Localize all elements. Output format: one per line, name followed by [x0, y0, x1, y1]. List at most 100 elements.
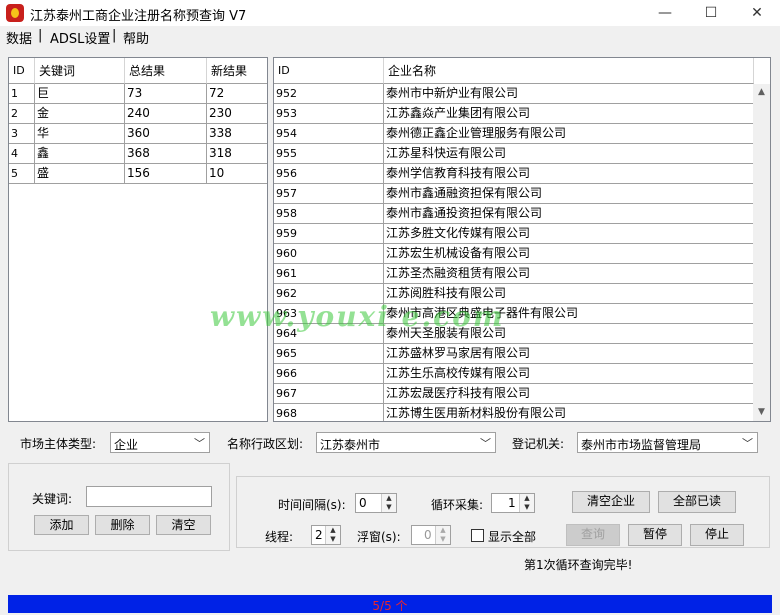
stepper-down-icon[interactable]: ▼	[325, 535, 340, 544]
pause-button[interactable]: 暂停	[628, 524, 682, 546]
table-row[interactable]: 953 江苏鑫焱产业集团有限公司	[274, 104, 754, 124]
table-row[interactable]: 952 泰州市中新炉业有限公司	[274, 84, 754, 104]
table-row[interactable]: 1 巨 73 72	[9, 84, 267, 104]
stepper-up-icon[interactable]: ▲	[435, 526, 450, 535]
table-cell: 5	[9, 164, 35, 184]
close-button[interactable]: ✕	[734, 0, 780, 26]
column-header-id[interactable]: ID	[9, 58, 35, 84]
interval-label: 时间间隔(s):	[278, 498, 346, 512]
control-panel: 时间间隔(s): 0 ▲ ▼ 循环采集: 1 ▲ ▼ 清空企业 全部已读 线程:…	[236, 476, 770, 548]
table-cell: 73	[125, 84, 207, 104]
table-cell: 966	[274, 364, 384, 384]
float-window-value: 0	[424, 528, 432, 542]
delete-keyword-button[interactable]: 删除	[95, 515, 150, 535]
table-row[interactable]: 956 泰州学信教育科技有限公司	[274, 164, 754, 184]
table-row[interactable]: 3 华 360 338	[9, 124, 267, 144]
chevron-down-icon: ﹀	[742, 437, 753, 450]
table-cell: 960	[274, 244, 384, 264]
stop-button[interactable]: 停止	[690, 524, 744, 546]
table-row[interactable]: 957 泰州市鑫通融资担保有限公司	[274, 184, 754, 204]
table-cell: 360	[125, 124, 207, 144]
table-row[interactable]: 968 江苏博生医用新材料股份有限公司	[274, 404, 754, 421]
table-row[interactable]: 955 江苏星科快运有限公司	[274, 144, 754, 164]
entity-type-select[interactable]: 企业 ﹀	[110, 432, 210, 453]
table-cell: 1	[9, 84, 35, 104]
stepper-up-icon[interactable]: ▲	[381, 494, 396, 503]
keywords-table[interactable]: ID 关键词 总结果 新结果 1 巨 73 72 2 金 240 230 3 华 360 338 4 鑫 3…	[8, 57, 268, 422]
keyword-panel: 关键词: 添加 删除 清空	[8, 463, 230, 551]
float-window-label: 浮窗(s):	[357, 530, 401, 544]
table-row[interactable]: 958 泰州市鑫通投资担保有限公司	[274, 204, 754, 224]
table-cell: 盛	[35, 164, 125, 184]
interval-value: 0	[359, 496, 367, 510]
table-cell: 967	[274, 384, 384, 404]
authority-value: 泰州市市场监督管理局	[581, 438, 702, 452]
interval-stepper[interactable]: 0 ▲ ▼	[355, 493, 397, 513]
show-all-checkbox[interactable]	[471, 529, 484, 542]
status-text: 第1次循环查询完毕!	[524, 558, 633, 572]
table-cell: 961	[274, 264, 384, 284]
region-select[interactable]: 江苏泰州市 ﹀	[316, 432, 496, 453]
table-row[interactable]: 4 鑫 368 318	[9, 144, 267, 164]
table-cell: 954	[274, 124, 384, 144]
table-row[interactable]: 959 江苏多胜文化传媒有限公司	[274, 224, 754, 244]
table-cell: 江苏生乐高校传媒有限公司	[384, 364, 754, 384]
table-cell: 鑫	[35, 144, 125, 164]
loop-stepper[interactable]: 1 ▲ ▼	[491, 493, 535, 513]
column-header-keyword[interactable]: 关键词	[35, 58, 125, 84]
menu-help[interactable]: 帮助	[123, 28, 149, 47]
scroll-up-arrow-icon[interactable]: ▲	[753, 84, 770, 101]
maximize-button[interactable]: ☐	[688, 0, 734, 26]
query-button[interactable]: 查询	[566, 524, 620, 546]
progress-text: 5/5 个	[372, 599, 408, 613]
table-cell: 泰州市鑫通融资担保有限公司	[384, 184, 754, 204]
stepper-down-icon[interactable]: ▼	[519, 503, 534, 512]
clear-companies-button[interactable]: 清空企业	[572, 491, 650, 513]
table-cell: 金	[35, 104, 125, 124]
float-window-stepper[interactable]: 0 ▲ ▼	[411, 525, 451, 545]
mark-all-read-button[interactable]: 全部已读	[658, 491, 736, 513]
menu-data[interactable]: 数据	[6, 28, 32, 47]
column-header-new[interactable]: 新结果	[207, 58, 267, 84]
table-row[interactable]: 960 江苏宏生机械设备有限公司	[274, 244, 754, 264]
entity-type-label: 市场主体类型:	[20, 437, 97, 451]
menu-bar: 数据 | ADSL设置 | 帮助	[0, 26, 780, 47]
table-cell: 江苏圣杰融资租赁有限公司	[384, 264, 754, 284]
table-row[interactable]: 2 金 240 230	[9, 104, 267, 124]
keyword-input[interactable]	[86, 486, 212, 507]
stepper-down-icon[interactable]: ▼	[435, 535, 450, 544]
loop-label: 循环采集:	[431, 498, 484, 512]
table-row[interactable]: 966 江苏生乐高校传媒有限公司	[274, 364, 754, 384]
table-row[interactable]: 954 泰州德正鑫企业管理服务有限公司	[274, 124, 754, 144]
authority-select[interactable]: 泰州市市场监督管理局 ﹀	[577, 432, 758, 453]
column-header-company-name[interactable]: 企业名称	[384, 58, 754, 84]
table-row[interactable]: 965 江苏盛林罗马家居有限公司	[274, 344, 754, 364]
table-cell: 968	[274, 404, 384, 421]
window-title: 江苏泰州工商企业注册名称预查询 V7	[30, 9, 247, 24]
menu-adsl-settings[interactable]: ADSL设置	[50, 28, 110, 47]
minimize-button[interactable]: —	[642, 0, 688, 26]
table-row[interactable]: 961 江苏圣杰融资租赁有限公司	[274, 264, 754, 284]
table-cell: 江苏博生医用新材料股份有限公司	[384, 404, 754, 421]
table-row[interactable]: 5 盛 156 10	[9, 164, 267, 184]
company-table-scrollbar[interactable]: ▲ ▼	[753, 84, 770, 421]
add-keyword-button[interactable]: 添加	[34, 515, 89, 535]
table-cell: 江苏多胜文化传媒有限公司	[384, 224, 754, 244]
stepper-down-icon[interactable]: ▼	[381, 503, 396, 512]
column-header-total[interactable]: 总结果	[125, 58, 207, 84]
stepper-up-icon[interactable]: ▲	[325, 526, 340, 535]
stepper-up-icon[interactable]: ▲	[519, 494, 534, 503]
progress-bar: 5/5 个	[8, 595, 772, 613]
table-cell: 泰州学信教育科技有限公司	[384, 164, 754, 184]
scroll-down-arrow-icon[interactable]: ▼	[753, 404, 770, 421]
threads-label: 线程:	[265, 530, 294, 544]
keyword-label: 关键词:	[32, 492, 73, 506]
table-cell: 156	[125, 164, 207, 184]
table-row[interactable]: 967 江苏宏晟医疗科技有限公司	[274, 384, 754, 404]
company-table[interactable]: ID 企业名称 952 泰州市中新炉业有限公司 953 江苏鑫焱产业集团有限公司 954…	[273, 57, 771, 422]
column-header-id[interactable]: ID	[274, 58, 384, 84]
table-cell: 江苏星科快运有限公司	[384, 144, 754, 164]
clear-keywords-button[interactable]: 清空	[156, 515, 211, 535]
threads-stepper[interactable]: 2 ▲ ▼	[311, 525, 341, 545]
menu-separator: |	[38, 28, 43, 43]
